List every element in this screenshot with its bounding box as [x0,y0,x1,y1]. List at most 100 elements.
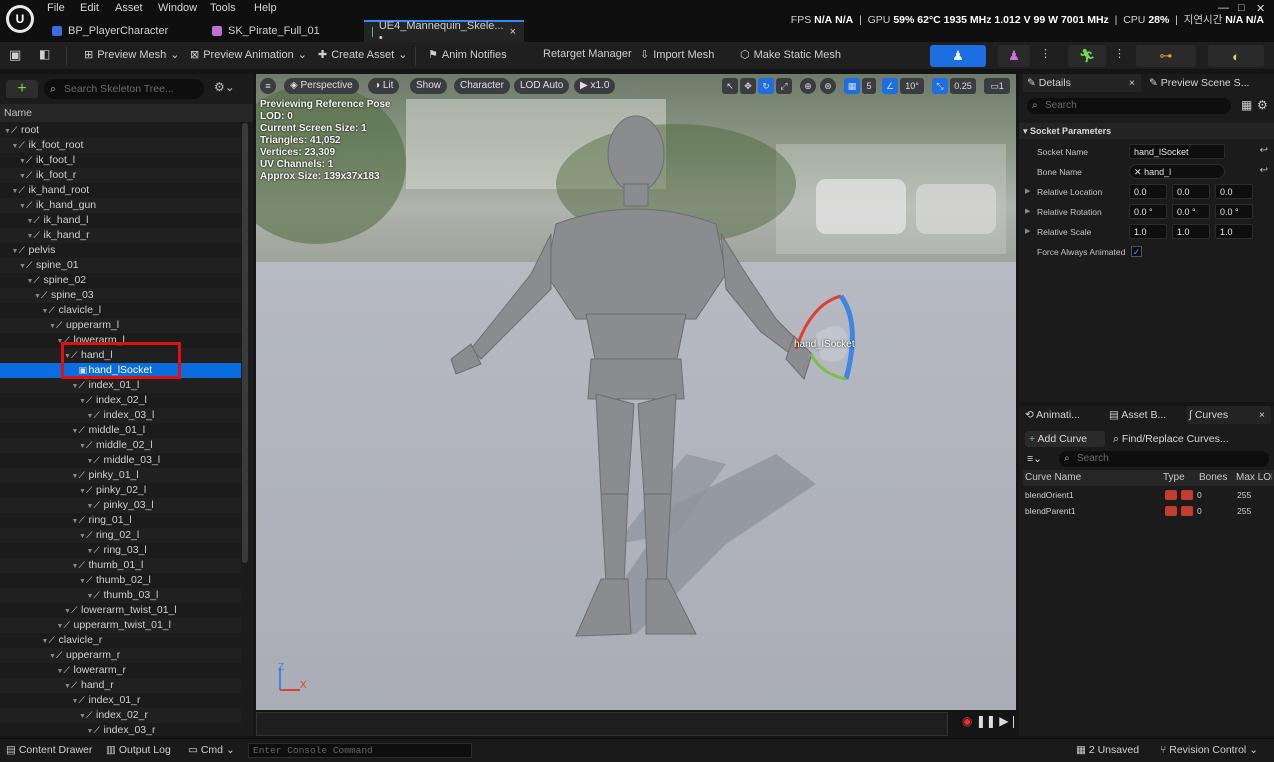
expand-arrow-icon[interactable]: ▼ [27,214,34,229]
tree-row-bone[interactable]: ▼⟋ lowerarm_r [0,663,241,678]
relative-location-z[interactable]: 0.0 [1215,184,1253,199]
morph-target-icon[interactable] [1165,506,1177,516]
tab-ue4-mannequin-skeleton[interactable]: UE4_Mannequin_Skele... • × [364,20,524,44]
unsaved-button[interactable]: ▦ 2 Unsaved [1076,744,1139,756]
skeleton-tree-search-input[interactable]: ⌕ Search Skeleton Tree... [44,79,204,99]
expand-arrow-icon[interactable]: ▼ [87,454,94,469]
expand-arrow-icon[interactable]: ▼ [79,574,86,589]
window-close-icon[interactable]: ✕ [1256,2,1265,15]
tree-row-bone[interactable]: ▼⟋ lowerarm_twist_01_l [0,603,241,618]
tree-row-bone[interactable]: ▼⟋ thumb_03_l [0,588,241,603]
viewport-console-bar[interactable] [256,712,948,736]
curve-row[interactable]: blendOrient1 0 255 [1023,487,1274,503]
show-button[interactable]: Show [410,78,448,94]
section-socket-parameters[interactable]: ▾ Socket Parameters [1019,123,1274,139]
import-mesh-button[interactable]: ⇩ Import Mesh [640,48,714,62]
maximize-icon[interactable]: □ [1238,2,1245,14]
tree-row-bone[interactable]: ▼⟋ clavicle_l [0,303,241,318]
relative-rotation-x[interactable]: 0.0 ° [1129,204,1167,219]
expand-arrow-icon[interactable]: ▼ [72,559,79,574]
material-icon[interactable] [1181,490,1193,500]
menu-asset[interactable]: Asset [115,2,143,14]
expand-arrow-icon[interactable]: ▼ [87,724,94,736]
tree-row-bone[interactable]: ▼⟋ index_03_r [0,723,241,736]
preview-animation-button[interactable]: ⊠ Preview Animation ⌄ [190,48,307,62]
step-forward-icon[interactable]: ▶❘ [999,714,1018,728]
expand-arrow-icon[interactable]: ▼ [42,634,49,649]
content-drawer-button[interactable]: ▤ Content Drawer [6,744,92,756]
save-icon[interactable]: ▣ [9,47,21,63]
relative-scale-y[interactable]: 1.0 [1172,224,1210,239]
tab-curves[interactable]: ∫ Curves × [1187,406,1271,424]
relative-scale-z[interactable]: 1.0 [1215,224,1253,239]
record-icon[interactable]: ◉ [962,714,972,728]
blueprint-mode-button[interactable]: ⊶ [1136,45,1196,67]
scale-snap-value[interactable]: 0.25 [950,78,976,94]
expand-arrow-icon[interactable]: ▼ [79,394,86,409]
tree-row-bone[interactable]: ▼⟋ ik_foot_root [0,138,241,153]
camera-speed-button[interactable]: ▭1 [984,78,1010,94]
expand-arrow-icon[interactable]: ▼ [27,229,34,244]
material-icon[interactable] [1181,506,1193,516]
make-static-mesh-button[interactable]: ⬡ Make Static Mesh [740,48,841,62]
grid-size-value[interactable]: 5 [862,78,876,94]
console-command-input[interactable]: Enter Console Command [248,743,472,758]
expand-arrow-icon[interactable]: ▼ [72,379,79,394]
unreal-logo-icon[interactable]: U [6,5,34,33]
expand-arrow-icon[interactable]: ▼ [12,184,19,199]
tree-row-bone[interactable]: ▼⟋ middle_03_l [0,453,241,468]
tree-row-bone[interactable]: ▼⟋ index_01_l [0,378,241,393]
scale-icon[interactable]: ⤢ [776,78,792,94]
tree-scrollbar[interactable] [242,123,248,563]
tree-row-bone[interactable]: ▼⟋ ik_foot_r [0,168,241,183]
anim-notifies-button[interactable]: ⚑ Anim Notifies [428,48,507,62]
world-local-icon[interactable]: ⊕ [800,78,816,94]
character-button[interactable]: Character [454,78,510,94]
add-button[interactable]: + [6,80,38,98]
close-icon[interactable]: × [1259,406,1265,424]
tree-row-bone[interactable]: ▼⟋ middle_01_l [0,423,241,438]
menu-tools[interactable]: Tools [210,2,236,14]
more-options-icon[interactable]: ⋮ [1040,47,1051,60]
rotate-icon[interactable]: ↻ [758,78,774,94]
lit-button[interactable]: ◑ Lit [368,78,400,94]
table-view-icon[interactable]: ▦ [1241,98,1252,112]
more-options-icon[interactable]: ⋮ [1114,47,1125,60]
expand-arrow-icon[interactable]: ▼ [79,709,86,724]
expand-arrow-icon[interactable]: ▼ [72,424,79,439]
preview-mesh-button[interactable]: ⊞ Preview Mesh ⌄ [84,48,180,62]
close-icon[interactable]: × [510,26,516,38]
curves-search-input[interactable]: ⌕ Search [1059,451,1269,467]
tab-animations[interactable]: ⟲ Animati... [1023,406,1103,424]
lod-button[interactable]: LOD Auto [514,78,570,94]
browse-icon[interactable]: ◧ [39,47,50,61]
mesh-mode-button[interactable]: ♟ [998,45,1030,67]
tree-row-bone[interactable]: ▼⟋ upperarm_l [0,318,241,333]
tab-asset-browser[interactable]: ▤ Asset B... [1107,406,1183,424]
tree-row-bone[interactable]: ▼⟋ spine_01 [0,258,241,273]
expand-arrow-icon[interactable]: ▼ [19,154,26,169]
tree-row-bone[interactable]: ▼⟋ ring_03_l [0,543,241,558]
menu-window[interactable]: Window [158,2,197,14]
menu-file[interactable]: File [47,2,65,14]
tree-row-bone[interactable]: ▼⟋ index_02_l [0,393,241,408]
expand-arrow-icon[interactable]: ▼ [19,199,26,214]
expand-arrow-icon[interactable]: ▼ [64,679,71,694]
add-curve-button[interactable]: + Add Curve [1025,431,1105,447]
expand-arrow-icon[interactable]: ▼ [72,469,79,484]
surface-snap-icon[interactable]: ⊛ [820,78,836,94]
tree-row-bone[interactable]: ▼⟋ hand_r [0,678,241,693]
tree-row-bone[interactable]: ▼⟋ thumb_02_l [0,573,241,588]
morph-target-icon[interactable] [1165,490,1177,500]
expand-arrow-icon[interactable]: ▼ [87,409,94,424]
tree-row-bone[interactable]: ▼⟋ pinky_01_l [0,468,241,483]
tree-row-bone[interactable]: ▼⟋ ik_hand_l [0,213,241,228]
expand-arrow-icon[interactable]: ▼ [12,244,19,259]
expand-arrow-icon[interactable]: ▼ [72,694,79,709]
expand-arrow-icon[interactable]: ▼ [72,514,79,529]
curve-row[interactable]: blendParent1 0 255 [1023,503,1274,519]
viewport[interactable]: hand_lSocket ≡ ◈ Perspective ◑ Lit Show … [256,74,1016,710]
relative-scale-x[interactable]: 1.0 [1129,224,1167,239]
revision-control-button[interactable]: ⑂ Revision Control ⌄ [1160,744,1258,756]
gear-icon[interactable]: ⚙⌄ [214,80,235,94]
